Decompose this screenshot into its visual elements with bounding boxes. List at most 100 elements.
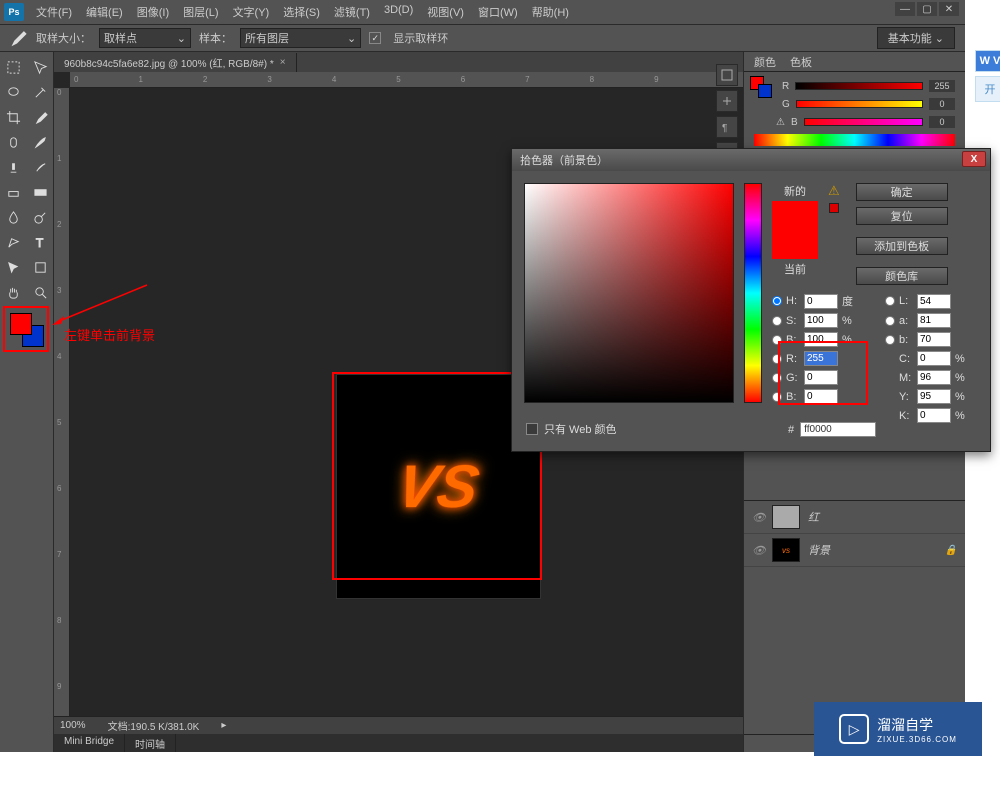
lasso-tool[interactable] [1,81,25,103]
a-input[interactable]: 81 [917,313,951,328]
ok-button[interactable]: 确定 [856,183,948,201]
menu-select[interactable]: 选择(S) [283,4,320,20]
color-field[interactable] [524,183,734,403]
y-input[interactable]: 95 [917,389,951,404]
menu-filter[interactable]: 滤镜(T) [334,4,370,20]
lock-icon[interactable]: 🔒 [945,545,957,556]
hex-input[interactable]: ff0000 [800,422,876,437]
dock-icon-2[interactable] [716,90,738,112]
pen-tool[interactable] [1,231,25,253]
tab-swatches[interactable]: 色板 [790,54,812,70]
websafe-swatch[interactable] [829,203,839,213]
cancel-button[interactable]: 复位 [856,207,948,225]
eyedropper-tool-icon[interactable] [6,29,28,47]
blur-tool[interactable] [1,206,25,228]
c-input[interactable]: 0 [917,351,951,366]
maximize-button[interactable]: ▢ [917,2,937,16]
visibility-icon[interactable]: 👁 [752,511,764,524]
tab-color[interactable]: 颜色 [754,54,776,70]
dock-icon-1[interactable] [716,64,738,86]
zoom-tool[interactable] [28,281,52,303]
gamut-warning[interactable]: ⚠ [828,183,840,285]
checkbox-icon[interactable] [526,423,538,435]
add-swatch-button[interactable]: 添加到色板 [856,237,948,255]
menu-help[interactable]: 帮助(H) [532,4,569,20]
menu-edit[interactable]: 编辑(E) [86,4,123,20]
document-tab[interactable]: 960b8c94c5fa6e82.jpg @ 100% (红, RGB/8#) … [54,53,297,72]
history-brush-tool[interactable] [28,156,52,178]
l-radio[interactable] [885,296,895,306]
s-input[interactable]: 100 [804,313,838,328]
color-preview[interactable] [772,201,818,259]
hand-tool[interactable] [1,281,25,303]
h-radio[interactable] [772,296,782,306]
tab-timeline[interactable]: 时间轴 [125,734,176,752]
hue-slider[interactable] [744,183,762,403]
warning-icon[interactable]: ⚠ [828,183,840,199]
color-library-button[interactable]: 颜色库 [856,267,948,285]
wand-tool[interactable] [28,81,52,103]
menu-layer[interactable]: 图层(L) [183,4,218,20]
show-ring-checkbox[interactable]: ✓ [369,32,381,44]
k-input[interactable]: 0 [917,408,951,423]
zoom-level[interactable]: 100% [60,720,86,731]
menu-window[interactable]: 窗口(W) [478,4,518,20]
status-play-icon[interactable]: ▸ [221,720,226,731]
layer-name[interactable]: 红 [808,509,819,525]
dialog-titlebar[interactable]: 拾色器（前景色） X [512,149,990,171]
tab-minibridge[interactable]: Mini Bridge [54,734,125,752]
layer-row[interactable]: 👁 vs 背景 🔒 [744,534,965,567]
type-tool[interactable]: T [28,231,52,253]
tab-close-icon[interactable]: × [280,57,286,68]
menu-view[interactable]: 视图(V) [427,4,464,20]
l-row[interactable]: L:54 [885,293,978,309]
g-slider[interactable]: G0 [782,98,955,110]
eraser-tool[interactable] [1,181,25,203]
b2-radio[interactable] [885,335,895,345]
dock-icon-3[interactable]: ¶ [716,116,738,138]
sample-dropdown[interactable]: 所有图层 ⌄ [240,28,361,48]
menu-type[interactable]: 文字(Y) [233,4,270,20]
marquee-tool[interactable] [1,56,25,78]
layer-row[interactable]: 👁 红 [744,501,965,534]
y-row: Y:95% [885,389,978,404]
crop-tool[interactable] [1,106,25,128]
b2-input[interactable]: 70 [917,332,951,347]
menu-3d[interactable]: 3D(D) [384,4,413,20]
a-row[interactable]: a:81 [885,313,978,328]
path-select-tool[interactable] [1,256,25,278]
sample-label: 样本： [199,30,232,46]
move-tool[interactable] [28,56,52,78]
s-radio[interactable] [772,316,782,326]
brush-tool[interactable] [28,131,52,153]
r-slider[interactable]: R255 [782,80,955,92]
sample-size-dropdown[interactable]: 取样点 ⌄ [99,28,191,48]
web-only-checkbox[interactable]: 只有 Web 颜色 [526,421,617,437]
visibility-icon[interactable]: 👁 [752,544,764,557]
menu-image[interactable]: 图像(I) [137,4,169,20]
svg-text:¶: ¶ [722,123,727,133]
b-slider[interactable]: ⚠B0 [782,116,955,128]
b2-row[interactable]: b:70 [885,332,978,347]
stamp-tool[interactable] [1,156,25,178]
eyedropper-tool[interactable] [28,106,52,128]
dodge-tool[interactable] [28,206,52,228]
m-input[interactable]: 96 [917,370,951,385]
h-input[interactable]: 0 [804,294,838,309]
close-button[interactable]: ✕ [939,2,959,16]
h-row[interactable]: H:0度 [772,293,865,309]
workspace-switcher[interactable]: 基本功能 ⌄ [877,27,955,49]
menu-file[interactable]: 文件(F) [36,4,72,20]
gradient-tool[interactable] [28,181,52,203]
l-input[interactable]: 54 [917,294,951,309]
minimize-button[interactable]: — [895,2,915,16]
dialog-close-button[interactable]: X [962,151,986,167]
spectrum-bar[interactable] [754,134,955,146]
shape-tool[interactable] [28,256,52,278]
s-row[interactable]: S:100% [772,313,865,328]
layer-name[interactable]: 背景 [808,542,830,558]
show-ring-label: 显示取样环 [393,30,448,46]
healing-tool[interactable] [1,131,25,153]
mini-swatch[interactable] [750,76,764,90]
a-radio[interactable] [885,316,895,326]
